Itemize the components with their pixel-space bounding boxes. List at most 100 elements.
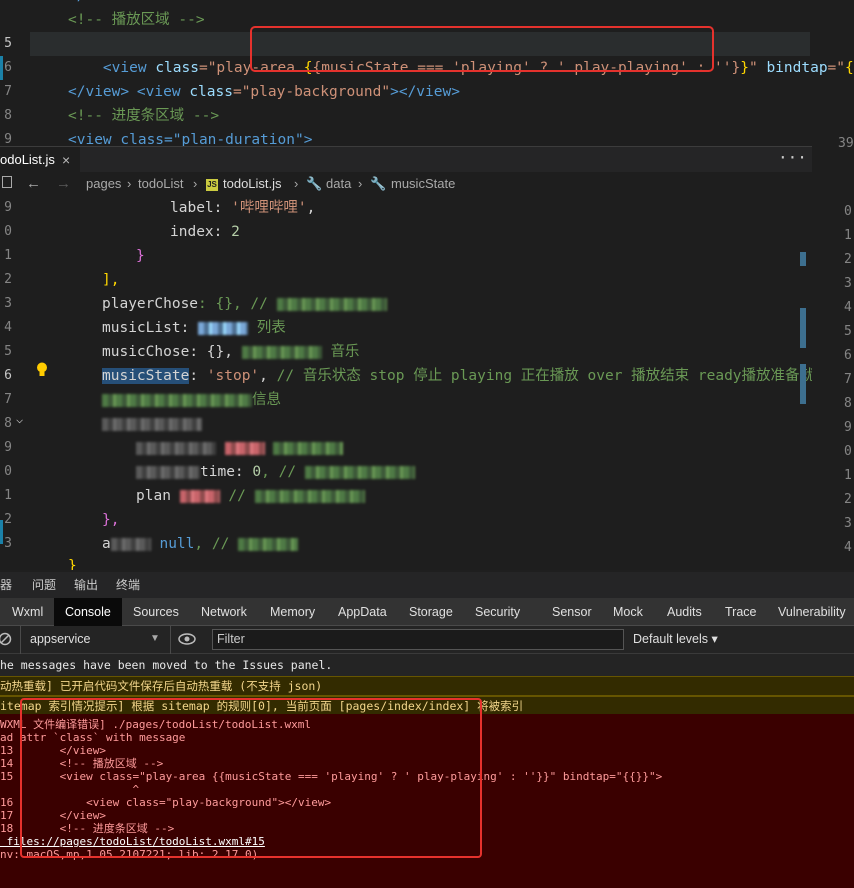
tab-wxml[interactable]: Wxml (12, 598, 43, 626)
line-number: 0 (4, 224, 12, 239)
line-number: 0 (4, 464, 12, 479)
lightbulb-icon[interactable] (36, 362, 48, 376)
js-file-icon: JS (206, 178, 218, 191)
chevron-down-icon[interactable]: ▼ (150, 626, 160, 652)
line-number: 2 (4, 512, 12, 527)
line-number: 8 (844, 396, 852, 411)
tab-label: odoList.js (0, 152, 55, 167)
wrench-icon: 🔧 (306, 176, 323, 191)
line-number: 5 (4, 344, 12, 359)
line-number: 9 (4, 132, 12, 146)
default-levels-dropdown[interactable]: Default levels ▾ (633, 626, 718, 652)
close-icon[interactable]: × (62, 147, 70, 173)
line-number: 6 (4, 60, 12, 75)
code-line-musicstate: musicState: 'stop', // 音乐状态 stop 停止 play… (102, 368, 812, 384)
line-number: 0 (844, 204, 852, 219)
line-number: 4 (4, 320, 12, 335)
line-number: 5 (4, 36, 12, 51)
tab-storage[interactable]: Storage (409, 598, 453, 626)
breadcrumb-item-pages[interactable]: pages (86, 172, 121, 196)
wxml-editor-pane[interactable]: 5 6 7 8 9 </view> <!-- 播放区域 --> <view cl… (0, 0, 854, 146)
scrollbar-marker (800, 308, 806, 348)
wrench-icon: 🔧 (370, 176, 387, 191)
breadcrumb-separator: › (358, 176, 363, 191)
line-number: 1 (844, 468, 852, 483)
toolbar-divider (20, 626, 21, 654)
code-line-plan: plan // (136, 484, 365, 508)
line-number: 7 (4, 392, 12, 407)
code-line-blurred (136, 436, 344, 460)
line-number: 1 (4, 488, 12, 503)
code-line-null: a null, // (102, 532, 299, 556)
breadcrumb: ← → pages › todoList › JS todoList.js › 🔧… (0, 172, 812, 196)
code-line-close-obj: }, (102, 512, 120, 528)
tab-trace[interactable]: Trace (725, 598, 757, 626)
fold-chevron-icon[interactable]: ⌵ (16, 412, 23, 426)
tab-vulnerability[interactable]: Vulnerability (778, 598, 846, 626)
tab-todolist-js[interactable]: odoList.js × (0, 147, 80, 173)
tab-security[interactable]: Security (475, 598, 520, 626)
tab-problems[interactable]: 问题 (32, 572, 56, 598)
breadcrumb-item-data[interactable]: data (326, 172, 351, 196)
tab-memory[interactable]: Memory (270, 598, 315, 626)
breadcrumb-item-musicstate[interactable]: musicState (391, 172, 455, 196)
line-number: 8 (4, 108, 12, 123)
eye-icon[interactable] (178, 633, 196, 648)
tab-network[interactable]: Network (201, 598, 247, 626)
code-line-comment: <!-- 播放区域 --> (68, 12, 205, 28)
tab-audits[interactable]: Audits (667, 598, 702, 626)
tab-mock[interactable]: Mock (613, 598, 643, 626)
tab-sensor[interactable]: Sensor (552, 598, 592, 626)
code-line-index: index: 2 (170, 224, 240, 240)
tab-appdata[interactable]: AppData (338, 598, 387, 626)
filter-input[interactable]: Filter (212, 629, 624, 650)
code-line-blurred: 信息 (102, 388, 281, 412)
line-number: 3 (4, 296, 12, 311)
split-editor-icon[interactable] (2, 172, 12, 196)
line-number: 3 (844, 516, 852, 531)
code-line-blurred (102, 412, 202, 436)
highlight-annotation-box (20, 698, 482, 858)
line-number: 2 (844, 492, 852, 507)
tab-terminal[interactable]: 终端 (116, 572, 140, 598)
forward-arrow-icon[interactable]: → (56, 172, 71, 196)
code-line-time: time: 0, // (136, 460, 415, 484)
code-line: </view> (68, 84, 130, 100)
context-selector[interactable]: appservice (30, 626, 90, 652)
line-number: 5 (844, 324, 852, 339)
code-line: </view> (68, 0, 129, 8)
line-number: 4 (844, 540, 852, 555)
line-number: 8 (4, 416, 12, 431)
line-number: 6 (844, 348, 852, 363)
code-line-close-brace: } (136, 248, 145, 264)
code-line-label: label: '哔哩哔哩', (170, 200, 316, 216)
tab-console[interactable]: Console (54, 598, 122, 626)
code-line-close-bracket: ], (102, 272, 120, 288)
breadcrumb-item-file[interactable]: JS todoList.js (206, 172, 282, 196)
tab-sources[interactable]: Sources (133, 598, 179, 626)
line-number: 2 (844, 252, 852, 267)
line-number: 6 (4, 368, 12, 383)
tab-debugger[interactable]: 器 (0, 572, 12, 598)
breadcrumb-separator: › (127, 176, 132, 191)
scrollbar-marker (800, 364, 806, 404)
back-arrow-icon[interactable]: ← (26, 172, 41, 196)
line-number: 3 (844, 276, 852, 291)
toolbar-divider (170, 626, 171, 654)
line-number: 0 (844, 444, 852, 459)
code-line-last: } (68, 558, 77, 570)
breadcrumb-item-todolist[interactable]: todoList (138, 172, 184, 196)
line-number: 9 (4, 440, 12, 455)
devtools-tab-bar: Wxml Console Sources Network Memory AppD… (0, 598, 854, 626)
code-line-playerchose: playerChose: {}, // (102, 292, 387, 316)
code-line-musicchose: musicChose: {}, 音乐 (102, 344, 360, 360)
more-actions-icon[interactable]: ··· (778, 147, 807, 169)
tab-output[interactable]: 输出 (74, 572, 98, 598)
line-number: 3 (4, 536, 12, 551)
line-number: 2 (4, 272, 12, 287)
js-editor-pane[interactable]: 9 0 1 2 3 4 5 6 7 8 9 0 1 2 3 ⌵ label: '… (0, 196, 812, 570)
clear-console-icon[interactable] (0, 631, 14, 650)
line-number: 9 (4, 200, 12, 215)
console-message-warning: 动热重载] 已开启代码文件保存后自动热重载 (不支持 json) (0, 676, 854, 696)
console-output: he messages have been moved to the Issue… (0, 654, 854, 888)
